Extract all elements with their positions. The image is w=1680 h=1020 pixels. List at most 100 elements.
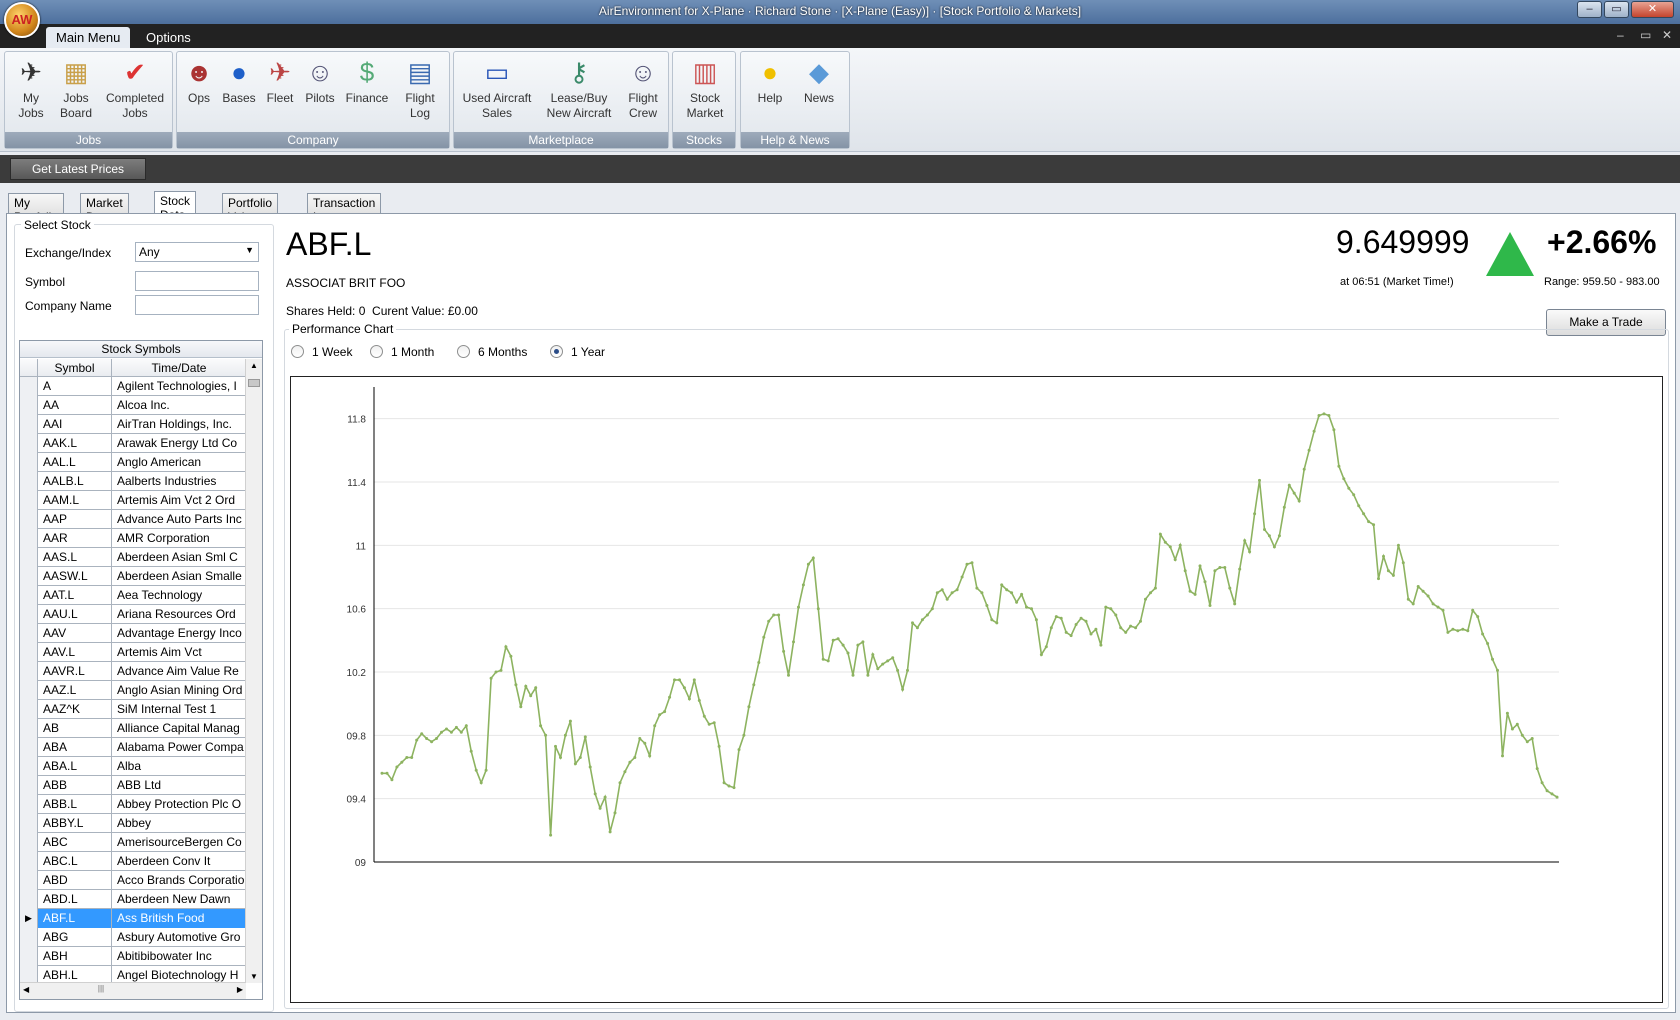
cell-symbol[interactable]: ABA	[38, 738, 112, 757]
row-header[interactable]	[20, 681, 38, 700]
scroll-up-icon[interactable]: ▲	[250, 361, 258, 370]
cell-company[interactable]: Advance Aim Value Re	[112, 662, 246, 681]
row-header[interactable]	[20, 643, 38, 662]
cell-symbol[interactable]: AA	[38, 396, 112, 415]
cell-symbol[interactable]: AB	[38, 719, 112, 738]
cell-company[interactable]: Abitibibowater Inc	[112, 947, 246, 966]
cell-company[interactable]: Anglo American	[112, 453, 246, 472]
cell-symbol[interactable]: AAV	[38, 624, 112, 643]
cell-symbol[interactable]: AAZ^K	[38, 700, 112, 719]
table-row[interactable]: AALB.L Aalberts Industries	[20, 472, 246, 491]
table-row[interactable]: AAU.L Ariana Resources Ord	[20, 605, 246, 624]
table-row[interactable]: ABB ABB Ltd	[20, 776, 246, 795]
cell-symbol[interactable]: AAM.L	[38, 491, 112, 510]
mdi-minimize-icon[interactable]: –	[1617, 28, 1624, 42]
row-header[interactable]	[20, 548, 38, 567]
cell-symbol[interactable]: AAZ.L	[38, 681, 112, 700]
column-symbol[interactable]: Symbol	[38, 359, 112, 377]
radio-6-months[interactable]: 6 Months	[457, 345, 527, 359]
table-row[interactable]: AASW.L Aberdeen Asian Smalle	[20, 567, 246, 586]
row-header[interactable]	[20, 491, 38, 510]
cell-company[interactable]: Agilent Technologies, I	[112, 377, 246, 396]
radio-1-year[interactable]: 1 Year	[550, 345, 605, 359]
ops-button[interactable]: ☻ Ops	[181, 56, 217, 106]
cell-symbol[interactable]: AASW.L	[38, 567, 112, 586]
cell-company[interactable]: AmerisourceBergen Co	[112, 833, 246, 852]
scroll-left-icon[interactable]: ◀	[23, 985, 29, 994]
scroll-down-icon[interactable]: ▼	[250, 972, 258, 981]
used-aircraft-sales-button[interactable]: ▭ Used Aircraft Sales	[462, 56, 532, 121]
cell-company[interactable]: Artemis Aim Vct	[112, 643, 246, 662]
cell-company[interactable]: Anglo Asian Mining Ord	[112, 681, 246, 700]
cell-company[interactable]: SiM Internal Test 1	[112, 700, 246, 719]
help-button[interactable]: ● Help	[749, 56, 791, 106]
row-header[interactable]	[20, 947, 38, 966]
row-header[interactable]	[20, 586, 38, 605]
horizontal-scrollbar[interactable]: ◀ ||| ▶	[20, 982, 246, 999]
table-row[interactable]: AAT.L Aea Technology	[20, 586, 246, 605]
maximize-button[interactable]: ▭	[1604, 1, 1629, 18]
cell-company[interactable]: Alabama Power Compa	[112, 738, 246, 757]
table-row[interactable]: AAR AMR Corporation	[20, 529, 246, 548]
lease-buy-button[interactable]: ⚷ Lease/Buy New Aircraft	[544, 56, 614, 121]
table-row[interactable]: ABH Abitibibowater Inc	[20, 947, 246, 966]
row-header[interactable]	[20, 852, 38, 871]
cell-company[interactable]: Abbey Protection Plc O	[112, 795, 246, 814]
bases-button[interactable]: ● Bases	[219, 56, 259, 106]
table-row[interactable]: AAK.L Arawak Energy Ltd Co	[20, 434, 246, 453]
cell-symbol[interactable]: ABA.L	[38, 757, 112, 776]
cell-company[interactable]: Ariana Resources Ord	[112, 605, 246, 624]
row-header[interactable]	[20, 662, 38, 681]
mdi-restore-icon[interactable]: ▭	[1640, 28, 1651, 42]
cell-company[interactable]: Aea Technology	[112, 586, 246, 605]
vertical-scrollbar[interactable]: ▲ ▼	[245, 359, 262, 983]
table-row[interactable]: ABD.L Aberdeen New Dawn	[20, 890, 246, 909]
row-header[interactable]	[20, 833, 38, 852]
cell-company[interactable]: Alcoa Inc.	[112, 396, 246, 415]
news-button[interactable]: ◆ News	[797, 56, 841, 106]
finance-button[interactable]: $ Finance	[341, 56, 393, 106]
cell-symbol[interactable]: AAK.L	[38, 434, 112, 453]
row-header[interactable]	[20, 567, 38, 586]
table-row[interactable]: AAV.L Artemis Aim Vct	[20, 643, 246, 662]
mdi-close-icon[interactable]: ✕	[1662, 28, 1672, 42]
cell-symbol[interactable]: ABF.L	[38, 909, 112, 928]
tab-my-portfolio[interactable]: My Portfolio	[8, 193, 65, 224]
cell-company[interactable]: Aberdeen Conv It	[112, 852, 246, 871]
row-header[interactable]	[20, 890, 38, 909]
hscroll-thumb[interactable]: |||	[90, 984, 112, 997]
jobs-board-button[interactable]: ▦ Jobs Board	[53, 56, 99, 121]
table-row[interactable]: ABA.L Alba	[20, 757, 246, 776]
column-time-date[interactable]: Time/Date	[112, 359, 246, 377]
row-header[interactable]	[20, 624, 38, 643]
exchange-select[interactable]: Any ▼	[135, 242, 259, 262]
row-header[interactable]	[20, 776, 38, 795]
row-header[interactable]: ▶	[20, 909, 38, 928]
table-row[interactable]: AAI AirTran Holdings, Inc.	[20, 415, 246, 434]
pilots-button[interactable]: ☺ Pilots	[301, 56, 339, 106]
cell-symbol[interactable]: ABH	[38, 947, 112, 966]
row-header[interactable]	[20, 510, 38, 529]
minimize-button[interactable]: –	[1577, 1, 1602, 18]
cell-company[interactable]: Advance Auto Parts Inc	[112, 510, 246, 529]
stock-market-button[interactable]: ▥ Stock Market	[679, 56, 731, 121]
flight-log-button[interactable]: ▤ Flight Log	[395, 56, 445, 121]
scroll-right-icon[interactable]: ▶	[237, 985, 243, 994]
cell-symbol[interactable]: AAL.L	[38, 453, 112, 472]
table-row[interactable]: AAZ.L Anglo Asian Mining Ord	[20, 681, 246, 700]
row-header[interactable]	[20, 719, 38, 738]
row-header[interactable]	[20, 415, 38, 434]
table-row[interactable]: ABBY.L Abbey	[20, 814, 246, 833]
cell-symbol[interactable]: ABD.L	[38, 890, 112, 909]
table-row[interactable]: ABB.L Abbey Protection Plc O	[20, 795, 246, 814]
table-row[interactable]: AAM.L Artemis Aim Vct 2 Ord	[20, 491, 246, 510]
cell-company[interactable]: AirTran Holdings, Inc.	[112, 415, 246, 434]
row-header[interactable]	[20, 472, 38, 491]
cell-symbol[interactable]: AAV.L	[38, 643, 112, 662]
row-header[interactable]	[20, 453, 38, 472]
row-header[interactable]	[20, 434, 38, 453]
row-header[interactable]	[20, 928, 38, 947]
row-header[interactable]	[20, 795, 38, 814]
cell-company[interactable]: AMR Corporation	[112, 529, 246, 548]
cell-symbol[interactable]: A	[38, 377, 112, 396]
